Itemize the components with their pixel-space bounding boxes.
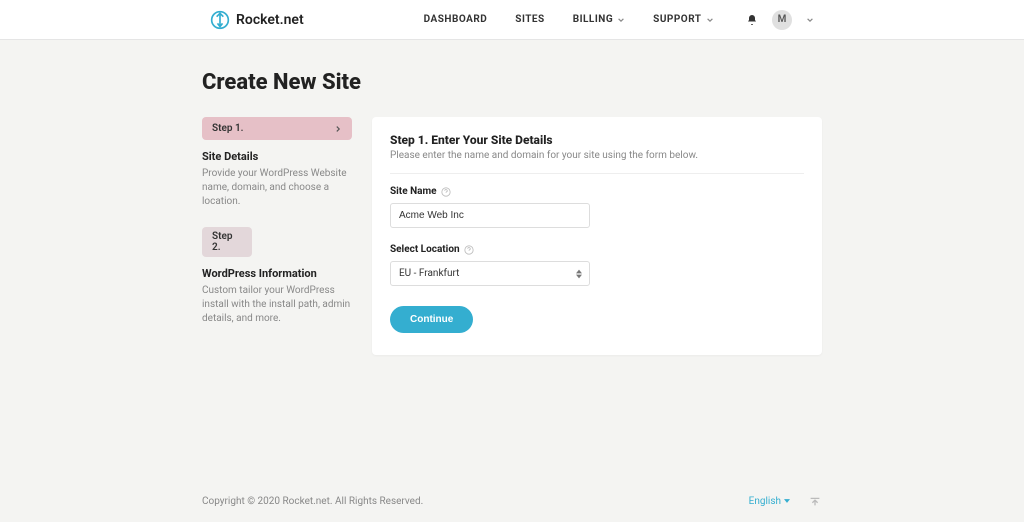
form-card: Step 1. Enter Your Site Details Please e… <box>372 117 822 355</box>
language-selector[interactable]: English <box>749 496 790 507</box>
page-container: Create New Site Step 1. Site Details Pro… <box>202 40 822 415</box>
step-2-title: WordPress Information <box>202 267 352 280</box>
location-label: Select Location <box>390 244 804 255</box>
notifications-icon[interactable] <box>746 14 758 26</box>
page-layout: Step 1. Site Details Provide your WordPr… <box>202 117 822 355</box>
chevron-down-icon <box>706 16 714 24</box>
step-1-desc: Provide your WordPress Website name, dom… <box>202 167 352 209</box>
location-select[interactable]: EU - Frankfurt <box>390 261 590 286</box>
help-icon[interactable] <box>441 187 451 197</box>
site-name-input[interactable] <box>390 203 590 228</box>
nav-support-label: SUPPORT <box>653 14 701 25</box>
location-label-text: Select Location <box>390 244 460 255</box>
main-nav: DASHBOARD SITES BILLING SUPPORT <box>424 14 714 25</box>
nav-dashboard[interactable]: DASHBOARD <box>424 14 488 25</box>
site-name-label-text: Site Name <box>390 186 437 197</box>
caret-down-icon <box>784 499 790 503</box>
steps-sidebar: Step 1. Site Details Provide your WordPr… <box>202 117 352 344</box>
step-pill-2[interactable]: Step 2. <box>202 227 252 257</box>
topbar: Rocket.net DASHBOARD SITES BILLING SUPPO… <box>0 0 1024 40</box>
step-2-desc: Custom tailor your WordPress install wit… <box>202 284 352 326</box>
footer-inner: Copyright © 2020 Rocket.net. All Rights … <box>202 494 822 508</box>
card-title: Step 1. Enter Your Site Details <box>390 133 804 147</box>
user-avatar[interactable]: M <box>772 10 792 30</box>
nav-billing[interactable]: BILLING <box>573 14 625 25</box>
footer-right: English <box>749 494 822 508</box>
step-pill-1[interactable]: Step 1. <box>202 117 352 140</box>
site-name-label: Site Name <box>390 186 804 197</box>
nav-sites-label: SITES <box>515 14 544 25</box>
chevron-down-icon <box>617 16 625 24</box>
help-icon[interactable] <box>464 245 474 255</box>
step-pill-1-label: Step 1. <box>212 123 244 134</box>
chevron-right-icon <box>334 125 342 133</box>
nav-dashboard-label: DASHBOARD <box>424 14 488 25</box>
nav-support[interactable]: SUPPORT <box>653 14 713 25</box>
topbar-right: M <box>746 10 814 30</box>
scroll-top-icon[interactable] <box>808 494 822 508</box>
footer-copyright: Copyright © 2020 Rocket.net. All Rights … <box>202 496 423 507</box>
footer: Copyright © 2020 Rocket.net. All Rights … <box>0 484 1024 522</box>
language-label: English <box>749 496 781 507</box>
nav-billing-label: BILLING <box>573 14 613 25</box>
nav-sites[interactable]: SITES <box>515 14 544 25</box>
card-subtitle: Please enter the name and domain for you… <box>390 150 804 174</box>
location-select-wrap: EU - Frankfurt <box>390 261 590 286</box>
topbar-inner: Rocket.net DASHBOARD SITES BILLING SUPPO… <box>0 10 1024 30</box>
rocket-logo-icon <box>210 10 230 30</box>
brand-logo[interactable]: Rocket.net <box>210 10 304 30</box>
step-1-title: Site Details <box>202 150 352 163</box>
step-pill-2-label: Step 2. <box>212 231 242 253</box>
avatar-initial: M <box>778 14 787 25</box>
continue-button[interactable]: Continue <box>390 306 473 333</box>
page-title: Create New Site <box>202 70 822 95</box>
brand-name: Rocket.net <box>236 12 304 28</box>
chevron-down-icon[interactable] <box>806 16 814 24</box>
